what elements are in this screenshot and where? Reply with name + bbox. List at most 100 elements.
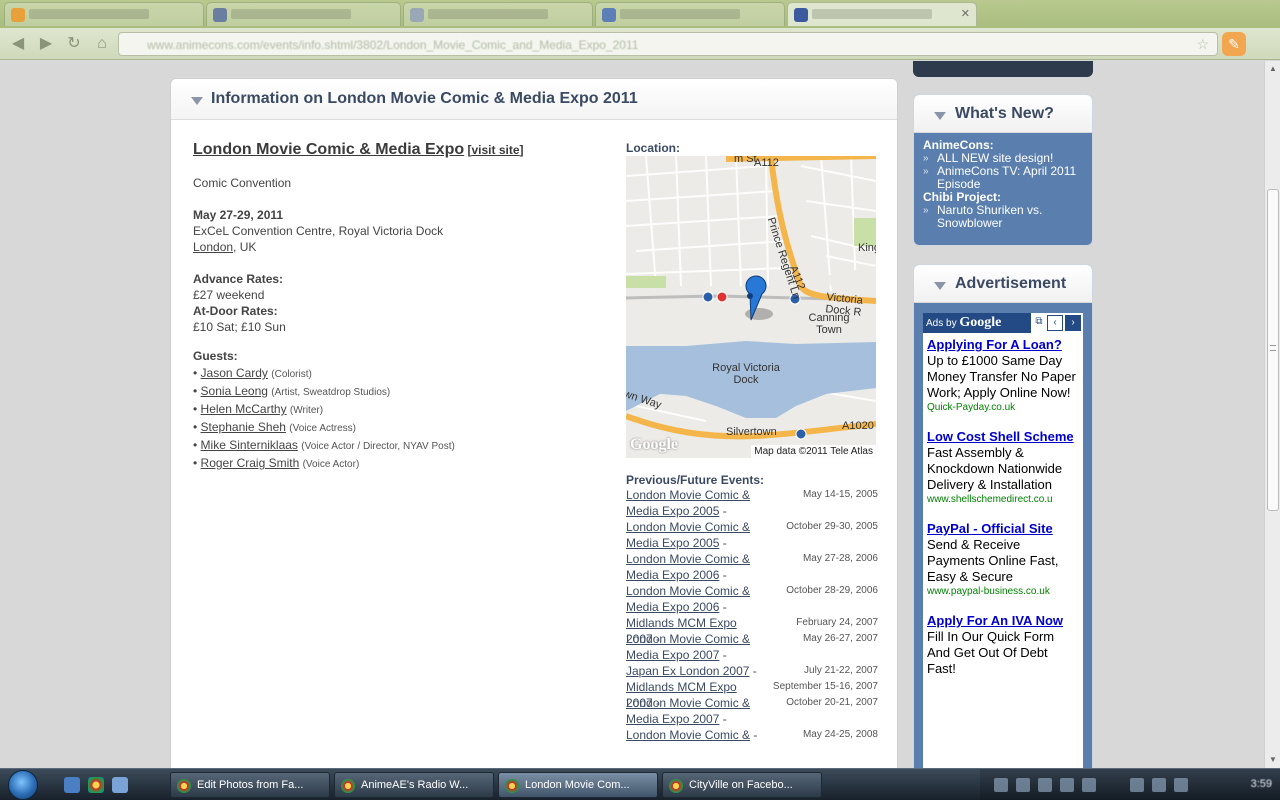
reload-icon[interactable]: ↻: [64, 34, 84, 54]
map-label-royal-victoria-dock: Royal Victoria Dock: [712, 362, 780, 386]
event-item: London Movie Comic & Media Expo 2007 - Oc…: [626, 695, 878, 727]
event-link[interactable]: London Movie Comic & Media Expo 2007: [626, 696, 750, 726]
scroll-thumb[interactable]: [1267, 189, 1279, 511]
wrench-menu-icon[interactable]: ✎: [1222, 32, 1246, 56]
chrome-icon: [669, 779, 683, 793]
taskbar-task[interactable]: Edit Photos from Fa...: [170, 772, 330, 798]
ad-next-icon[interactable]: ›: [1065, 315, 1081, 331]
bookmark-star-icon[interactable]: ☆: [1196, 36, 1209, 53]
tray-icon[interactable]: [1060, 778, 1074, 792]
taskbar-task[interactable]: London Movie Com...: [498, 772, 658, 798]
ad-prev-icon[interactable]: ‹: [1047, 315, 1063, 331]
close-tab-icon[interactable]: ✕: [961, 7, 970, 20]
event-link[interactable]: London Movie Comic & Media Expo 2005: [626, 488, 750, 518]
whats-new-item[interactable]: Naruto Shuriken vs. Snowblower: [923, 204, 1084, 230]
google-map-logo[interactable]: Google: [630, 436, 678, 454]
scroll-up-icon[interactable]: ▲: [1265, 61, 1280, 77]
home-icon[interactable]: ⌂: [92, 34, 112, 54]
location-map[interactable]: A112 Prince Regent Ln A112 King Victoria…: [626, 156, 876, 458]
tab-title-blurred: [620, 9, 740, 19]
browser-tab-3[interactable]: [403, 2, 593, 26]
visit-site-link[interactable]: visit site: [471, 143, 519, 157]
advance-rates: £27 weekend: [193, 288, 265, 302]
guest-name-link[interactable]: Jason Cardy: [201, 366, 268, 380]
ad-title-link[interactable]: Low Cost Shell Scheme: [927, 429, 1079, 445]
whats-new-item[interactable]: AnimeCons TV: April 2011 Episode: [923, 165, 1084, 191]
guest-name-link[interactable]: Helen McCarthy: [201, 402, 287, 416]
guest-item: • Stephanie Sheh (Voice Actress): [193, 420, 356, 434]
convention-dates: May 27-29, 2011: [193, 208, 284, 222]
ad-url[interactable]: Quick-Payday.co.uk: [927, 401, 1079, 415]
chrome-quicklaunch-icon[interactable]: [88, 777, 104, 793]
page-title: Information on London Movie Comic & Medi…: [211, 90, 638, 107]
atdoor-rates-label: At-Door Rates:: [193, 304, 278, 318]
advertisement-header[interactable]: Advertisement: [914, 265, 1092, 303]
scroll-down-icon[interactable]: ▼: [1265, 752, 1280, 768]
guest-name-link[interactable]: Sonia Leong: [201, 384, 268, 398]
taskbar-clock[interactable]: 3:59: [1251, 778, 1272, 790]
event-link[interactable]: London Movie Comic & Media Expo 2007: [626, 632, 750, 662]
back-icon[interactable]: ◀: [8, 34, 28, 54]
event-link[interactable]: London Movie Comic & Media Expo 2005: [626, 520, 750, 550]
tray-icon[interactable]: [1016, 778, 1030, 792]
show-desktop-icon[interactable]: [64, 777, 80, 793]
page-scrollbar[interactable]: ▲ ▼: [1264, 61, 1280, 768]
ad-title-link[interactable]: Applying For A Loan?: [927, 337, 1079, 353]
info-panel-header[interactable]: Information on London Movie Comic & Medi…: [171, 79, 897, 120]
whats-new-header[interactable]: What's New?: [914, 95, 1092, 133]
tray-icon[interactable]: [1174, 778, 1188, 792]
ad-title-link[interactable]: Apply For An IVA Now: [927, 613, 1079, 629]
event-item: London Movie Comic & Media Expo 2006 - Oc…: [626, 583, 878, 615]
browser-tab-1[interactable]: [4, 2, 204, 26]
ad-title-link[interactable]: PayPal - Official Site: [927, 521, 1079, 537]
taskbar-task[interactable]: AnimeAE's Radio W...: [334, 772, 494, 798]
events-list: London Movie Comic & Media Expo 2005 - Ma…: [626, 487, 878, 743]
volume-icon[interactable]: [1130, 778, 1144, 792]
tray-icon[interactable]: [1038, 778, 1052, 792]
start-button-icon[interactable]: [8, 770, 38, 800]
ads-by-label: Ads by: [926, 318, 957, 329]
guest-name-link[interactable]: Roger Craig Smith: [201, 456, 300, 470]
browser-tab-2[interactable]: [206, 2, 401, 26]
taskbar-task[interactable]: CityVille on Facebo...: [662, 772, 822, 798]
guest-item: • Sonia Leong (Artist, Sweatdrop Studios…: [193, 384, 391, 398]
ad-url[interactable]: www.shellschemedirect.co.u: [927, 493, 1079, 507]
browser-tab-active[interactable]: ✕: [787, 2, 977, 26]
tray-icon[interactable]: [1082, 778, 1096, 792]
ad-text: Fast Assembly & Knockdown Nationwide Del…: [927, 445, 1063, 492]
switch-windows-icon[interactable]: [112, 777, 128, 793]
advance-rates-label: Advance Rates:: [193, 272, 284, 286]
address-bar[interactable]: www.animecons.com/events/info.shtml/3802…: [118, 32, 1218, 56]
ad-text: Up to £1000 Same Day Money Transfer No P…: [927, 353, 1076, 400]
whats-new-panel: What's New? AnimeCons:ALL NEW site desig…: [913, 94, 1093, 246]
forward-icon[interactable]: ▶: [36, 34, 56, 54]
guest-name-link[interactable]: Mike Sinterniklaas: [201, 438, 298, 452]
map-label-a112: A112: [754, 157, 779, 169]
event-link[interactable]: London Movie Comic &: [626, 728, 750, 742]
ad-url[interactable]: www.paypal-business.co.uk: [927, 585, 1079, 599]
network-icon[interactable]: [1152, 778, 1166, 792]
guest-item: • Jason Cardy (Colorist): [193, 366, 312, 380]
map-label-a1020: A1020: [842, 420, 874, 432]
event-date: October 28-29, 2006: [786, 585, 878, 596]
collapse-triangle-icon[interactable]: [191, 97, 203, 105]
collapse-triangle-icon[interactable]: [934, 112, 946, 120]
tray-icon[interactable]: [994, 778, 1008, 792]
taskbar-task-label: AnimeAE's Radio W...: [361, 779, 469, 791]
location-and-events: Location: A112 Prince Regent Ln A112 Kin…: [626, 141, 878, 743]
event-link[interactable]: Japan Ex London 2007: [626, 664, 749, 678]
convention-name-link[interactable]: London Movie Comic & Media Expo: [193, 141, 464, 158]
city-link[interactable]: London: [193, 240, 233, 254]
chrome-icon: [341, 779, 355, 793]
event-name: London Movie Comic & Media Expo 2006 -: [626, 552, 751, 582]
browser-tab-4[interactable]: [595, 2, 785, 26]
event-link[interactable]: London Movie Comic & Media Expo 2006: [626, 584, 750, 614]
event-link[interactable]: London Movie Comic & Media Expo 2006: [626, 552, 750, 582]
guest-name-link[interactable]: Stephanie Sheh: [201, 420, 286, 434]
collapse-triangle-icon[interactable]: [934, 282, 946, 290]
event-name: London Movie Comic & Media Expo 2005 -: [626, 488, 751, 518]
event-item: London Movie Comic & Media Expo 2005 - Oc…: [626, 519, 878, 551]
ad-item: Applying For A Loan? Up to £1000 Same Day…: [923, 337, 1083, 415]
ad-choices-icon[interactable]: ⧉: [1031, 315, 1047, 331]
ads-by-google[interactable]: Ads by Google: [923, 313, 1031, 333]
